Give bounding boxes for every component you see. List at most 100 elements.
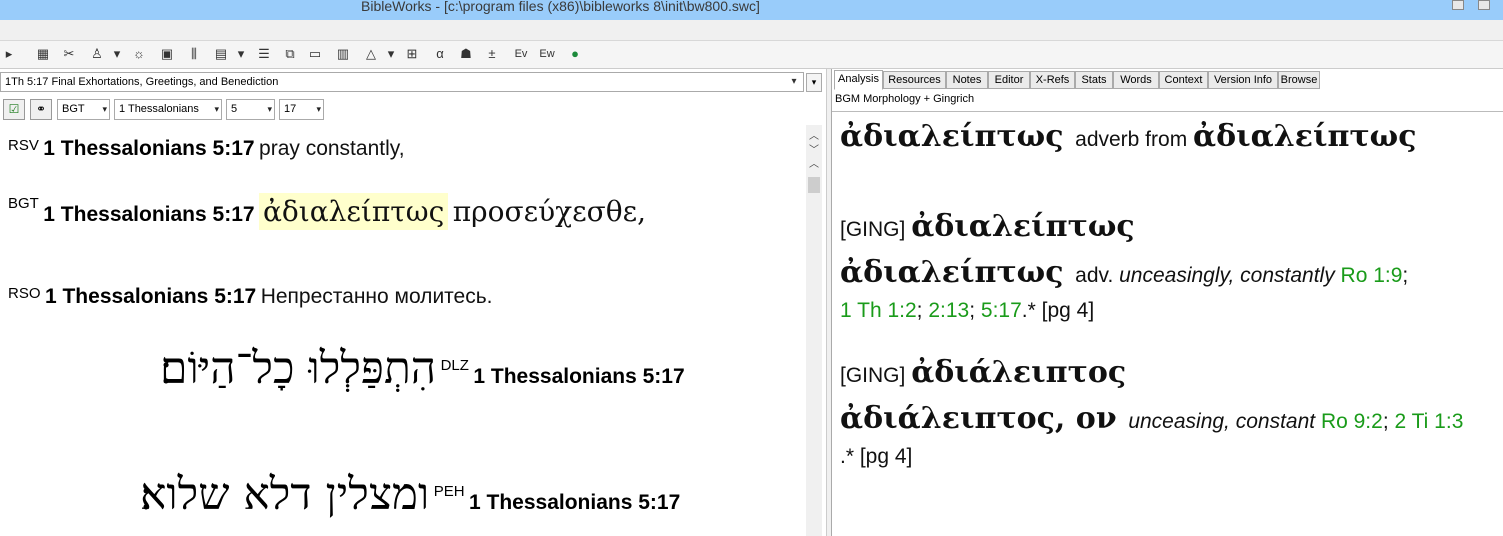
version-combo-value: BGT	[62, 103, 85, 115]
tab-version-info[interactable]: Version Info	[1208, 71, 1278, 89]
chevron-down-icon[interactable]: ▾	[316, 100, 321, 119]
analysis-source: BGM Morphology + Gingrich	[835, 93, 975, 105]
lexicon-entry-refs-1: 1 Th 1:2; 2:13; 5:17.* [pg 4]	[840, 299, 1095, 322]
scripture-link[interactable]: 5:17	[981, 299, 1022, 322]
tools-icon[interactable]: ✂	[60, 45, 78, 63]
verse-row-rsv[interactable]: RSV 1 Thessalonians 5:17 pray constantly…	[8, 137, 405, 161]
title-bar: BibleWorks - [c:\program files (x86)\bib…	[0, 0, 1503, 20]
person-icon[interactable]: ☗	[457, 45, 475, 63]
globe-icon[interactable]: ●	[566, 45, 584, 63]
lexicon-suffix: , ον	[1054, 401, 1117, 436]
scripture-link[interactable]: Ro 1:9	[1341, 264, 1403, 287]
morphology-line: ἀδιαλείπτως adverb from ἀδιαλείπτως	[840, 119, 1417, 154]
lexicon-entry-heading-1: [GING] ἀδιαλείπτως	[840, 209, 1135, 244]
minimize-icon[interactable]	[1452, 0, 1464, 10]
verse-row-dlz[interactable]: הִתְפַּלְלוּ כָל־הַיּוֹם׃ DLZ 1 Thessalo…	[160, 343, 685, 394]
page-reference: .* [pg 4]	[1021, 299, 1095, 322]
book-combo-value: 1 Thessalonians	[119, 103, 199, 115]
menu-strip	[0, 20, 1503, 41]
scripture-link[interactable]: 1 Th 1:2	[840, 299, 917, 322]
main-toolbar: ▸ ▦ ✂ ♙ ▾ ☼ ▣ ⫼ ▤ ▾ ☰ ⧉ ▭ ▥ △ ▾ ⊞ α ☗ ± …	[0, 41, 1503, 69]
chevron-down-icon[interactable]: ▾	[806, 73, 822, 92]
version-combo[interactable]: BGT ▾	[57, 99, 110, 120]
align-icon[interactable]: α	[431, 45, 449, 63]
compare-icon[interactable]: ⊞	[403, 45, 421, 63]
columns-icon[interactable]: ⫼	[185, 45, 203, 63]
chevron-down-icon[interactable]: ▾	[214, 100, 219, 119]
scripture-link[interactable]: Ro 9:2	[1321, 410, 1383, 433]
tab-analysis[interactable]: Analysis	[834, 70, 883, 90]
verse-scrollbar[interactable]: ︿ ﹀ ︿	[806, 125, 822, 536]
window-icon[interactable]: ▣	[158, 45, 176, 63]
link-icon[interactable]: ⚭	[30, 99, 52, 120]
parse-text: adverb from	[1075, 128, 1188, 151]
verse-reference[interactable]: 1 Thessalonians 5:17	[469, 491, 680, 514]
lexicon-entry-refs-2: .* [pg 4]	[840, 445, 912, 469]
chevron-down-icon[interactable]: ▾	[232, 45, 250, 63]
tab-resources[interactable]: Resources	[883, 71, 946, 89]
divider	[832, 111, 1503, 112]
definition: unceasingly, constantly	[1119, 264, 1335, 287]
analysis-word: ἀδιαλείπτως	[840, 119, 1064, 154]
highlighted-word[interactable]: ἀδιαλείπτως	[259, 193, 449, 230]
lexicon-word: ἀδιαλείπτως	[911, 209, 1135, 244]
chapter-combo-value: 5	[231, 103, 238, 115]
user-icon[interactable]: ♙	[88, 45, 106, 63]
copy-icon[interactable]: ⧉	[281, 45, 299, 63]
verse-reference[interactable]: 1 Thessalonians 5:17	[45, 285, 256, 308]
scrollbar-thumb[interactable]	[808, 177, 820, 193]
list-icon[interactable]: ☰	[255, 45, 273, 63]
tab-stats[interactable]: Stats	[1075, 71, 1113, 89]
verse-row-bgt[interactable]: BGT 1 Thessalonians 5:17 ἀδιαλείπτως προ…	[8, 193, 646, 230]
analysis-pane: Analysis Resources Notes Editor X-Refs S…	[831, 69, 1503, 536]
chevron-down-icon[interactable]: ﹀	[806, 141, 822, 156]
tab-context[interactable]: Context	[1159, 71, 1208, 89]
chevron-down-icon[interactable]: ▾	[787, 74, 801, 90]
ew-icon[interactable]: Ew	[536, 45, 558, 63]
verse-text: Непрестанно молитесь.	[260, 285, 493, 308]
verse-reference[interactable]: 1 Thessalonians 5:17	[473, 365, 684, 388]
chevron-down-icon[interactable]: ▾	[108, 45, 126, 63]
reference-heading: 1Th 5:17 Final Exhortations, Greetings, …	[5, 76, 279, 88]
scripture-link[interactable]: 2 Ti 1:3	[1395, 410, 1464, 433]
version-id: DLZ	[440, 357, 469, 374]
editor-icon[interactable]: △	[362, 45, 380, 63]
tab-words[interactable]: Words	[1113, 71, 1159, 89]
ev-icon[interactable]: Ev	[510, 45, 532, 63]
plus-icon[interactable]: ±	[483, 45, 501, 63]
reference-heading-select[interactable]: 1Th 5:17 Final Exhortations, Greetings, …	[0, 72, 804, 92]
book-combo[interactable]: 1 Thessalonians ▾	[114, 99, 222, 120]
chevron-up-icon[interactable]: ︿	[806, 127, 822, 142]
chevron-up-icon[interactable]: ︿	[806, 155, 822, 170]
database-icon[interactable]: ▦	[34, 45, 52, 63]
lemma-word[interactable]: ἀδιαλείπτως	[1193, 119, 1416, 154]
verse-reference[interactable]: 1 Thessalonians 5:17	[43, 137, 254, 160]
scripture-link[interactable]: 2:13	[928, 299, 969, 322]
tab-notes[interactable]: Notes	[946, 71, 988, 89]
maximize-icon[interactable]	[1478, 0, 1490, 10]
layout-icon[interactable]: ▤	[212, 45, 230, 63]
folder-icon[interactable]: ▭	[306, 45, 324, 63]
chevron-down-icon[interactable]: ▾	[267, 100, 272, 119]
verse-row-rso[interactable]: RSO 1 Thessalonians 5:17 Непрестанно мол…	[8, 285, 493, 309]
verse-row-peh[interactable]: ומצלין דלא שלוא׃ PEH 1 Thessalonians 5:1…	[140, 469, 680, 520]
tab-x-refs[interactable]: X-Refs	[1030, 71, 1075, 89]
verse-reference[interactable]: 1 Thessalonians 5:17	[43, 203, 254, 226]
highlight-icon[interactable]: ☼	[130, 45, 148, 63]
version-id: RSO	[8, 285, 41, 302]
version-id: BGT	[8, 195, 39, 212]
verse-combo[interactable]: 17 ▾	[279, 99, 324, 120]
print-icon[interactable]: ▥	[334, 45, 352, 63]
chapter-combo[interactable]: 5 ▾	[226, 99, 275, 120]
checkbox-icon[interactable]: ☑	[3, 99, 25, 120]
chevron-down-icon[interactable]: ▾	[382, 45, 400, 63]
tab-editor[interactable]: Editor	[988, 71, 1030, 89]
lexicon-word: ἀδιάλειπτος	[911, 355, 1127, 390]
verse-text: הִתְפַּלְלוּ כָל־הַיּוֹם׃	[160, 343, 437, 394]
chevron-down-icon[interactable]: ▾	[102, 100, 107, 119]
tab-browse[interactable]: Browse	[1278, 71, 1320, 89]
search-icon[interactable]: ▸	[0, 45, 18, 63]
lexicon-tag: [GING]	[840, 218, 906, 241]
part-of-speech: adv.	[1075, 264, 1114, 287]
lexicon-tag: [GING]	[840, 364, 906, 387]
